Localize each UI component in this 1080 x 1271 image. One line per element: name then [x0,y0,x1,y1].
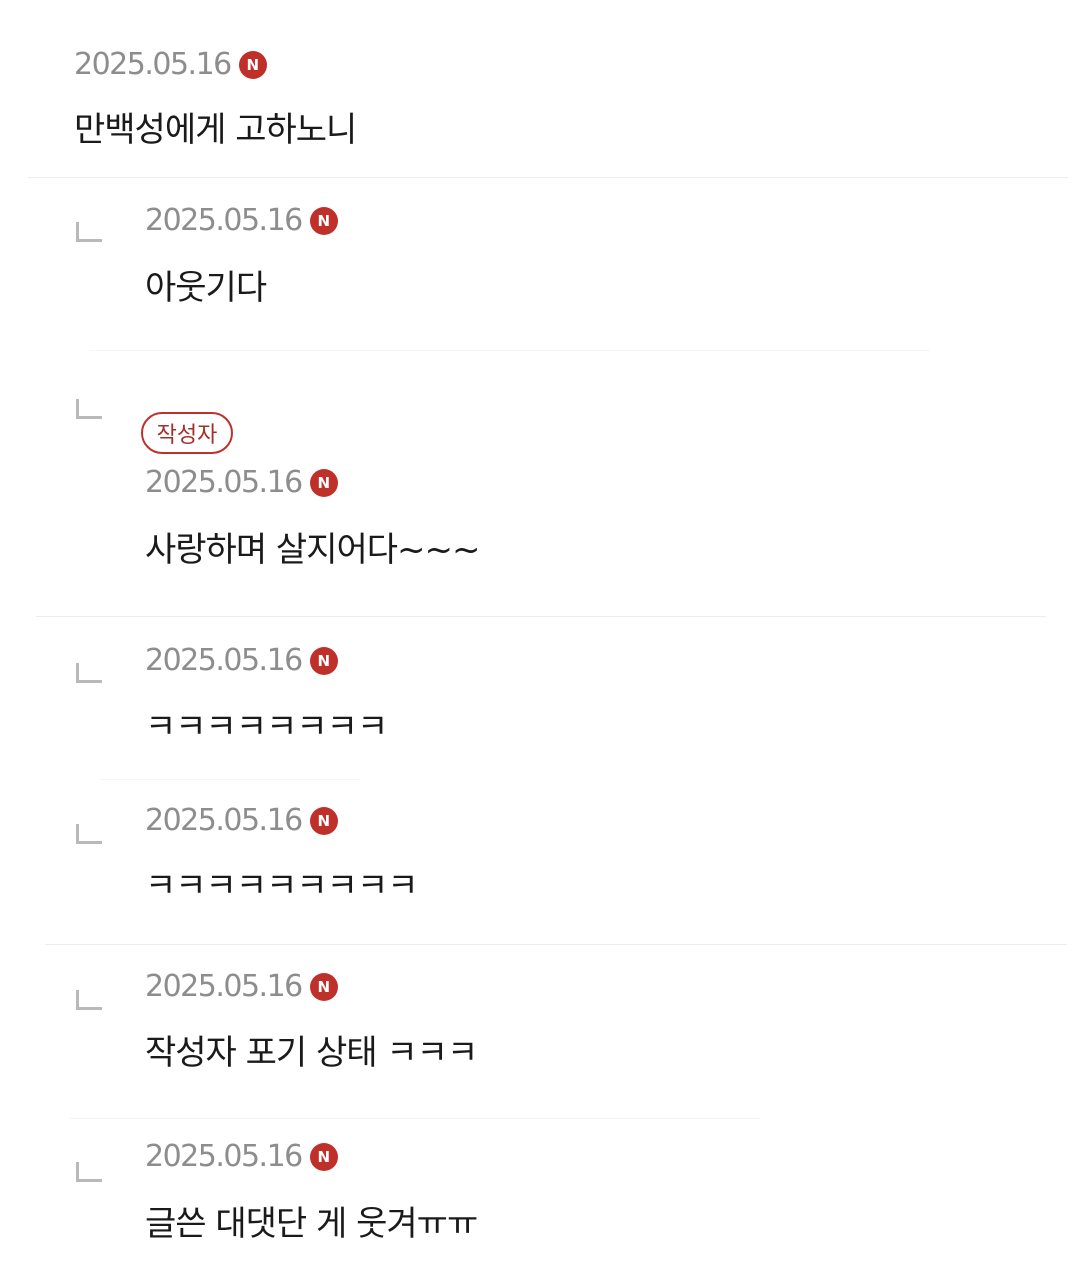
divider [90,350,930,351]
new-badge-icon: N [309,973,338,1001]
comment-date: 2025.05.16 [145,203,303,238]
comment-text: 아웃기다 [145,268,267,308]
comment-meta: 2025.05.16 N [74,45,267,85]
comment-date: 2025.05.16 [145,803,303,838]
divider [100,779,360,780]
new-badge-icon: N [309,1143,338,1171]
reply-arrow-icon [76,824,102,844]
comment-meta: 2025.05.16 N [145,967,338,1007]
divider [36,616,1046,617]
reply-arrow-icon [76,990,102,1010]
comment-text: ㅋㅋㅋㅋㅋㅋㅋㅋ [145,707,388,747]
comment-meta: 2025.05.16 N [145,201,338,241]
comment-meta: 2025.05.16 N [145,641,338,681]
new-badge-icon: N [309,807,338,835]
comment-text: 만백성에게 고하노니 [74,110,357,150]
comment-text: 작성자 포기 상태 ㅋㅋㅋ [145,1033,478,1073]
reply-arrow-icon [76,399,102,419]
comment-date: 2025.05.16 [74,47,232,82]
comment-date: 2025.05.16 [145,465,303,500]
comment-meta: 2025.05.16 N [145,801,338,841]
new-badge-icon: N [309,469,338,497]
divider [70,1118,760,1119]
comment-text: 사랑하며 살지어다~~~ [145,530,481,570]
new-badge-icon: N [238,51,267,79]
divider [28,177,1068,178]
comment-date: 2025.05.16 [145,1139,303,1174]
comment-date: 2025.05.16 [145,643,303,678]
divider [45,944,1067,945]
reply-arrow-icon [76,663,102,683]
new-badge-icon: N [309,207,338,235]
comment-meta: 2025.05.16 N [145,463,338,503]
comment-date: 2025.05.16 [145,969,303,1004]
comment-text: ㅋㅋㅋㅋㅋㅋㅋㅋㅋ [145,866,419,906]
reply-arrow-icon [76,1162,102,1182]
reply-arrow-icon [76,222,102,242]
comment-text: 글쓴 대댓단 게 웃겨ㅠㅠ [145,1204,478,1244]
author-tag: 작성자 [141,412,233,454]
new-badge-icon: N [309,647,338,675]
comment-meta: 2025.05.16 N [145,1137,338,1177]
